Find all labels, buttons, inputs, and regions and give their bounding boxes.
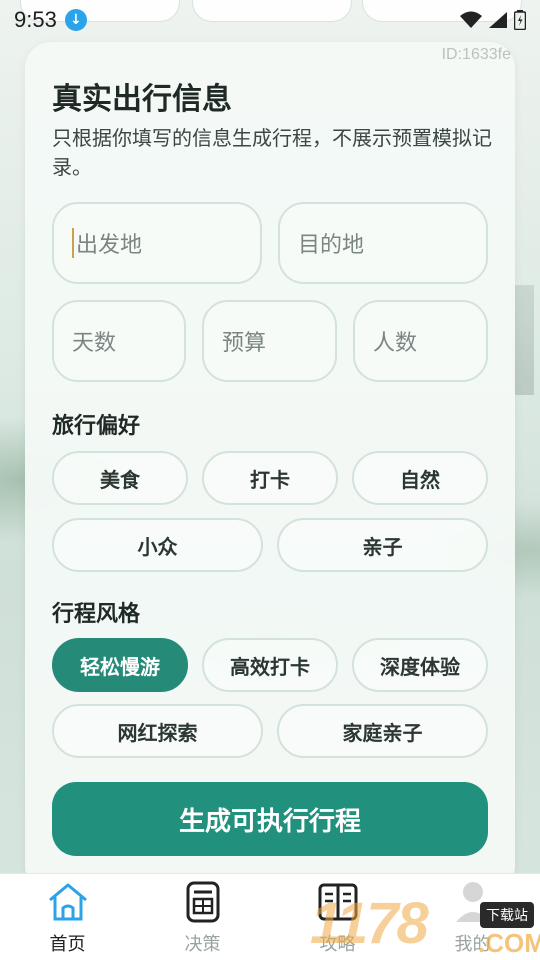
bottom-nav: 首页 决策 攻略 我的 <box>0 873 540 960</box>
trip-info-card: ID:1633fe 真实出行信息 只根据你填写的信息生成行程，不展示预置模拟记录… <box>25 42 515 892</box>
origin-placeholder: 出发地 <box>76 233 143 258</box>
style-chip-influencer[interactable]: 网红探索 <box>52 704 263 758</box>
style-chip-deep[interactable]: 深度体验 <box>352 638 488 692</box>
wifi-icon <box>460 11 482 28</box>
nav-item-home[interactable]: 首页 <box>0 874 135 960</box>
style-chip-efficient[interactable]: 高效打卡 <box>202 638 338 692</box>
style-chip-household[interactable]: 家庭亲子 <box>277 704 488 758</box>
preference-chip-checkin[interactable]: 打卡 <box>202 451 338 505</box>
text-cursor <box>72 228 74 258</box>
origin-field[interactable]: 出发地 <box>52 202 262 284</box>
days-field[interactable]: 天数 <box>52 300 186 382</box>
styles-label: 行程风格 <box>52 602 141 627</box>
battery-icon <box>514 10 526 30</box>
card-id-label: ID:1633fe <box>441 46 511 63</box>
budget-placeholder: 预算 <box>222 331 267 356</box>
watermark-suffix: .COM <box>478 928 540 958</box>
site-watermark: 1178 <box>310 891 429 956</box>
destination-placeholder: 目的地 <box>298 233 365 258</box>
decision-icon <box>186 881 219 923</box>
destination-field[interactable]: 目的地 <box>278 202 488 284</box>
nav-label-home: 首页 <box>49 934 86 955</box>
style-chip-relaxed[interactable]: 轻松慢游 <box>52 638 188 692</box>
days-placeholder: 天数 <box>72 331 117 356</box>
background-tower <box>512 285 534 395</box>
preference-chip-food[interactable]: 美食 <box>52 451 188 505</box>
nav-item-decision[interactable]: 决策 <box>135 874 270 960</box>
preference-chip-niche[interactable]: 小众 <box>52 518 263 572</box>
people-placeholder: 人数 <box>373 331 418 356</box>
nav-label-decision: 决策 <box>184 934 221 955</box>
download-arrow-icon: ↓ <box>64 9 87 31</box>
watermark-badge: 下载站 <box>480 902 534 928</box>
preference-chip-nature[interactable]: 自然 <box>352 451 488 505</box>
people-field[interactable]: 人数 <box>353 300 488 382</box>
preference-chip-family[interactable]: 亲子 <box>277 518 488 572</box>
preferences-label: 旅行偏好 <box>52 414 141 439</box>
generate-itinerary-button[interactable]: 生成可执行行程 <box>52 782 488 856</box>
status-bar: 9:53 ↓ <box>0 0 540 40</box>
status-time: 9:53 <box>14 7 57 32</box>
card-title: 真实出行信息 <box>52 82 232 117</box>
card-subtitle: 只根据你填写的信息生成行程，不展示预置模拟记录。 <box>52 126 492 179</box>
budget-field[interactable]: 预算 <box>202 300 337 382</box>
home-icon <box>48 883 87 921</box>
status-icons <box>460 10 526 30</box>
signal-icon <box>489 12 507 28</box>
